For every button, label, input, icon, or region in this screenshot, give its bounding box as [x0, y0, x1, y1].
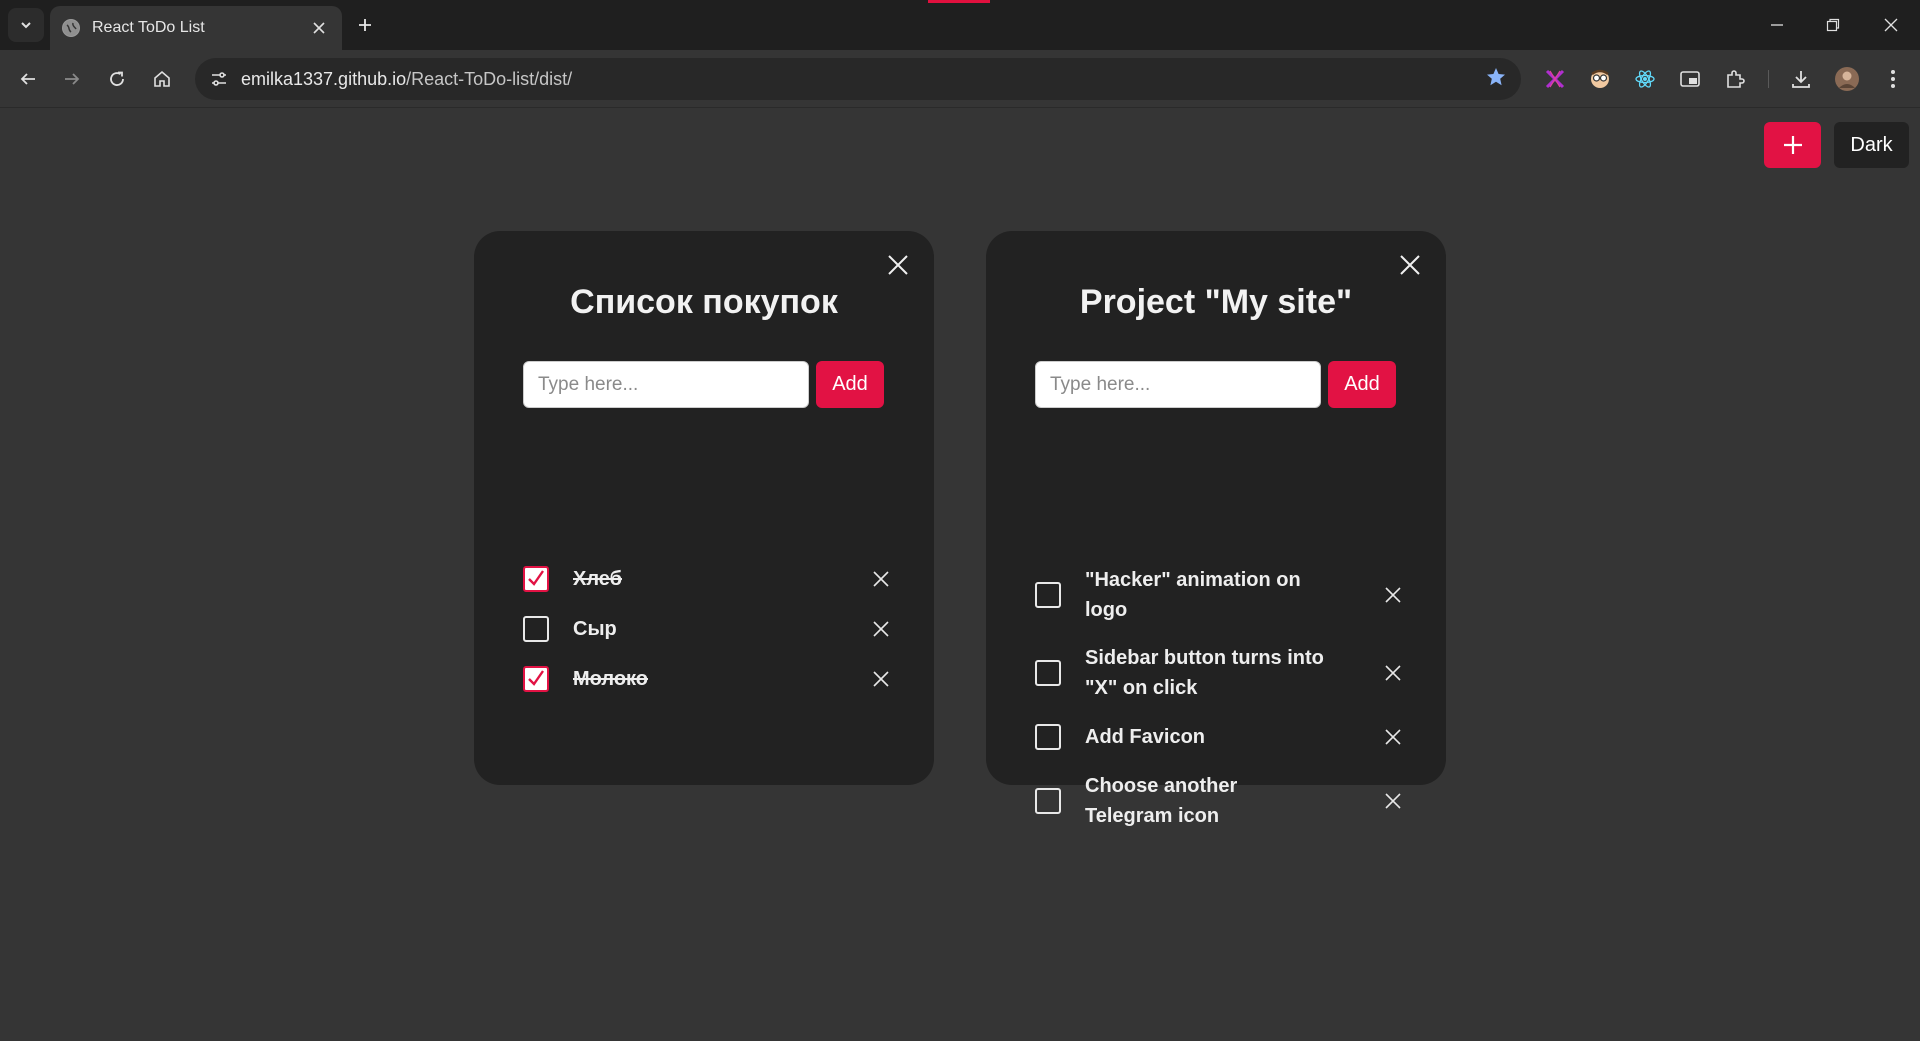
delete-todo-icon[interactable]: [869, 567, 893, 591]
close-icon: [1884, 18, 1898, 32]
delete-todo-icon[interactable]: [1381, 789, 1405, 813]
minimize-icon: [1771, 24, 1783, 26]
window-close-button[interactable]: [1876, 10, 1906, 40]
reload-button[interactable]: [101, 63, 133, 95]
forward-button[interactable]: [56, 63, 88, 95]
delete-todo-icon[interactable]: [869, 667, 893, 691]
todo-checkbox[interactable]: [1035, 724, 1061, 750]
delete-todo-icon[interactable]: [1381, 661, 1405, 685]
delete-todo-icon[interactable]: [1381, 725, 1405, 749]
restore-icon: [1826, 18, 1840, 32]
todo-item: Молоко: [523, 664, 903, 694]
react-devtools-icon[interactable]: [1631, 65, 1659, 93]
arrow-left-icon: [20, 73, 35, 85]
profile-avatar[interactable]: [1833, 65, 1861, 93]
tab-close-icon[interactable]: [308, 17, 330, 39]
theme-toggle-button[interactable]: Dark: [1834, 122, 1909, 168]
todo-text: Choose another Telegram icon: [1085, 775, 1238, 827]
add-list-button[interactable]: [1764, 122, 1821, 168]
delete-todo-icon[interactable]: [1381, 583, 1405, 607]
list-title: Список покупок: [570, 283, 838, 321]
url-path: /React-ToDo-list/dist/: [406, 68, 573, 89]
arrow-right-icon: [65, 73, 80, 85]
site-info-icon[interactable]: [207, 67, 231, 91]
browser-menu-icon[interactable]: [1879, 65, 1907, 93]
todo-text: Сыр: [573, 618, 617, 640]
extensions-puzzle-icon[interactable]: [1721, 65, 1749, 93]
todo-item: Хлеб: [523, 564, 903, 594]
url-host: emilka1337.github.io: [241, 68, 407, 89]
todo-checkbox[interactable]: [523, 666, 549, 692]
todo-checkbox[interactable]: [1035, 582, 1061, 608]
back-button[interactable]: [12, 63, 44, 95]
todo-list-card: Список покупок Add Хлеб Сыр Молоко: [474, 231, 934, 785]
delete-todo-icon[interactable]: [869, 617, 893, 641]
todo-item: Сыр: [523, 614, 903, 644]
extension-face-icon[interactable]: [1586, 65, 1614, 93]
download-icon[interactable]: [1787, 65, 1815, 93]
add-todo-button[interactable]: Add: [816, 361, 884, 408]
todo-text: Sidebar button turns into "X" on click: [1085, 647, 1324, 699]
minimize-button[interactable]: [1762, 10, 1792, 40]
url-text: emilka1337.github.io/React-ToDo-list/dis…: [241, 69, 1485, 90]
todo-text: Молоко: [573, 668, 648, 690]
todo-item: Sidebar button turns into "X" on click: [1035, 643, 1415, 703]
list-title: Project "My site": [1079, 283, 1353, 321]
recording-indicator: [928, 0, 990, 3]
picture-in-picture-icon[interactable]: [1676, 65, 1704, 93]
plus-icon: [359, 19, 371, 31]
tab-title: React ToDo List: [92, 19, 205, 36]
checkmark-icon: [528, 670, 544, 686]
todo-text: Add Favicon: [1085, 726, 1206, 748]
todo-checkbox[interactable]: [1035, 660, 1061, 686]
extension-x-icon[interactable]: [1541, 65, 1569, 93]
bookmark-star-icon[interactable]: [1485, 66, 1507, 93]
add-todo-button[interactable]: Add: [1328, 361, 1396, 408]
todo-checkbox[interactable]: [523, 566, 549, 592]
restore-button[interactable]: [1818, 10, 1848, 40]
new-tab-button[interactable]: [352, 12, 378, 38]
home-icon: [154, 70, 170, 87]
toolbar-divider: [1768, 70, 1769, 88]
browser-toolbar: emilka1337.github.io/React-ToDo-list/dis…: [0, 50, 1920, 108]
delete-list-icon[interactable]: [884, 251, 912, 279]
home-button[interactable]: [146, 63, 178, 95]
todo-app: Dark Список покупок Add Хлеб Сыр: [0, 109, 1920, 1041]
new-todo-input[interactable]: [1035, 361, 1321, 408]
plus-icon: [1783, 136, 1802, 154]
browser-tab-strip: React ToDo List: [0, 0, 1920, 50]
address-bar[interactable]: emilka1337.github.io/React-ToDo-list/dis…: [195, 58, 1521, 100]
todo-text: "Hacker" animation on logo: [1085, 569, 1301, 621]
todo-text: Хлеб: [573, 568, 622, 590]
todo-checkbox[interactable]: [1035, 788, 1061, 814]
checkmark-icon: [528, 570, 544, 586]
todo-item: Choose another Telegram icon: [1035, 771, 1415, 831]
todo-item: Add Favicon: [1035, 722, 1415, 752]
tab-search-button[interactable]: [8, 8, 44, 42]
chevron-down-icon: [21, 22, 31, 29]
todo-list-card: Project "My site" Add "Hacker" animation…: [986, 231, 1446, 827]
tab-react-todo[interactable]: React ToDo List: [50, 6, 342, 50]
delete-list-icon[interactable]: [1396, 251, 1424, 279]
new-todo-input[interactable]: [523, 361, 809, 408]
reload-icon: [110, 71, 124, 86]
todo-item: "Hacker" animation on logo: [1035, 565, 1415, 625]
globe-icon: [62, 19, 80, 37]
todo-checkbox[interactable]: [523, 616, 549, 642]
